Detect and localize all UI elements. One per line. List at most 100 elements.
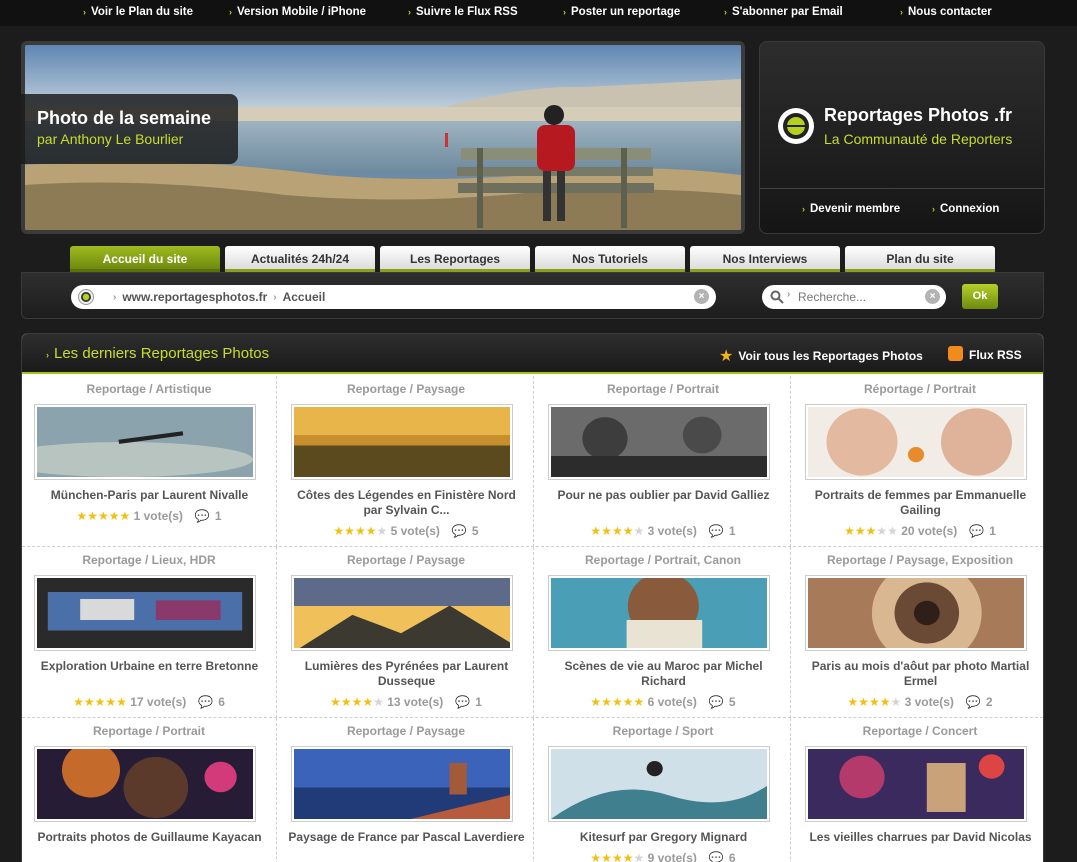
card-title[interactable]: Portraits photos de Guillaume Kayacan <box>30 830 269 845</box>
card-title[interactable]: Exploration Urbaine en terre Bretonne <box>30 659 269 674</box>
card-category[interactable]: Reportage / Paysage <box>279 724 533 738</box>
reportage-card[interactable]: Reportage / Portrait Pour ne pas oublier … <box>536 376 791 547</box>
breadcrumb-site[interactable]: www.reportagesphotos.fr <box>122 290 267 304</box>
card-category[interactable]: Reportage / Concert <box>793 724 1043 738</box>
card-thumbnail[interactable] <box>548 404 770 480</box>
card-thumbnail[interactable] <box>805 404 1027 480</box>
tab-interviews[interactable]: Nos Interviews <box>690 246 840 272</box>
reportage-card[interactable]: Reportage / Lieux, HDR Exploration Urbain… <box>22 547 277 718</box>
reportage-card[interactable]: Reportage / Sport Kitesurf par Gregory Mi… <box>536 718 791 862</box>
hero-author[interactable]: par Anthony Le Bourlier <box>37 131 238 147</box>
card-title[interactable]: Paris au mois d'aôut par photo Martial E… <box>801 659 1040 689</box>
search-input[interactable] <box>798 288 918 306</box>
comment-bubble-icon: 💬 <box>451 524 467 538</box>
card-category[interactable]: Reportage / Portrait, Canon <box>536 553 790 567</box>
reportage-card[interactable]: Reportage / Paysage, Exposition Paris au … <box>793 547 1043 718</box>
join-link[interactable]: › Devenir membre <box>802 203 900 215</box>
card-category[interactable]: Reportage / Artistique <box>22 382 276 396</box>
search-submit-button[interactable]: Ok <box>962 284 998 309</box>
card-thumbnail[interactable] <box>805 746 1027 822</box>
rss-link[interactable]: Flux RSS <box>948 346 1022 362</box>
reportage-card[interactable]: Reportage / Paysage Lumières des Pyrénées… <box>279 547 534 718</box>
section-title: › Les derniers Reportages Photos <box>46 345 270 362</box>
tab-tutoriels[interactable]: Nos Tutoriels <box>535 246 685 272</box>
hero-caption: Photo de la semaine par Anthony Le Bourl… <box>21 94 238 164</box>
search-icon <box>770 290 784 304</box>
comment-bubble-icon: 💬 <box>708 695 724 709</box>
tab-reportages[interactable]: Les Reportages <box>380 246 530 272</box>
comment-count: 1 <box>989 524 996 538</box>
brand-tagline: La Communauté de Reporters <box>824 131 1013 147</box>
tab-actualites[interactable]: Actualités 24h/24 <box>225 246 375 272</box>
card-meta: ★★★★★ 9 vote(s) 💬 6 <box>536 851 790 862</box>
card-title[interactable]: Côtes des Légendes en Finistère Nord par… <box>287 488 526 518</box>
chevron-right-icon: › <box>408 7 411 17</box>
close-icon[interactable]: × <box>925 289 940 304</box>
comment-count: 1 <box>214 509 222 523</box>
divider <box>760 188 1044 189</box>
comment-count: 5 <box>471 524 479 538</box>
view-all-link[interactable]: ★ Voir tous les Reportages Photos <box>719 346 923 366</box>
close-icon[interactable]: × <box>694 289 709 304</box>
card-thumbnail[interactable] <box>805 561 1027 665</box>
card-category[interactable]: Reportage / Lieux, HDR <box>22 553 276 567</box>
reportage-card[interactable]: Reportage / Paysage Paysage de France par… <box>279 718 534 862</box>
card-thumbnail[interactable] <box>548 746 770 822</box>
star-rating: ★★★★★ <box>590 695 645 709</box>
card-meta: ★★★★★ 13 vote(s) 💬 1 <box>279 695 533 709</box>
star-rating: ★★★★★ <box>76 509 131 523</box>
card-title[interactable]: Les vieilles charrues par David Nicolas <box>801 830 1040 845</box>
reportage-photo <box>294 749 510 819</box>
site-logo-icon[interactable] <box>776 106 816 146</box>
reportage-card[interactable]: Reportage / Portrait, Canon Scènes de vie… <box>536 547 791 718</box>
card-meta: ★★★★★ 20 vote(s) 💬 1 <box>793 524 1043 538</box>
reportage-card[interactable]: Reportage / Artistique München-Paris par … <box>22 376 277 547</box>
card-title[interactable]: München-Paris par Laurent Nivalle <box>30 488 269 503</box>
card-category[interactable]: Reportage / Portrait <box>536 382 790 396</box>
card-title[interactable]: Portraits de femmes par Emmanuelle Gaili… <box>801 488 1040 518</box>
topnav-mobile[interactable]: › Version Mobile / iPhone <box>229 6 366 18</box>
reportage-card[interactable]: Reportage / Paysage Côtes des Légendes en… <box>279 376 534 547</box>
card-category[interactable]: Reportage / Paysage <box>279 382 533 396</box>
topnav-contact[interactable]: › Nous contacter <box>900 6 992 18</box>
card-title[interactable]: Pour ne pas oublier par David Galliez <box>544 488 783 503</box>
topnav-rss[interactable]: › Suivre le Flux RSS <box>408 6 518 18</box>
tab-accueil[interactable]: Accueil du site <box>70 246 220 272</box>
reportage-photo <box>551 572 767 648</box>
star-rating: ★★★★★ <box>333 524 388 538</box>
card-thumbnail[interactable] <box>548 572 770 651</box>
topnav-post[interactable]: › Poster un reportage <box>563 6 680 18</box>
card-title[interactable]: Lumières des Pyrénées par Laurent Dusseq… <box>287 659 526 689</box>
card-thumbnail[interactable] <box>34 575 256 651</box>
chevron-right-icon: › <box>83 7 86 17</box>
card-category[interactable]: Reportage / Paysage <box>279 553 533 567</box>
card-title[interactable]: Paysage de France par Pascal Laverdiere <box>287 830 526 845</box>
card-title[interactable]: Kitesurf par Gregory Mignard <box>544 830 783 845</box>
star-rating: ★★★★★ <box>847 695 902 709</box>
star-rating: ★★★★★ <box>73 695 127 709</box>
hero-title: Photo de la semaine <box>37 108 212 128</box>
card-thumbnail[interactable] <box>291 404 513 480</box>
reportage-card[interactable]: Réportage / Portrait Portraits de femmes … <box>793 376 1043 547</box>
card-title[interactable]: Scènes de vie au Maroc par Michel Richar… <box>544 659 783 689</box>
login-link[interactable]: › Connexion <box>932 203 999 215</box>
card-category[interactable]: Reportage / Sport <box>536 724 790 738</box>
comment-count: 6 <box>728 851 736 862</box>
card-thumbnail[interactable] <box>34 742 256 822</box>
breadcrumb-search-bar: › www.reportagesphotos.fr › Accueil × › … <box>21 272 1044 319</box>
reportage-card[interactable]: Reportage / Concert Les vieilles charrues… <box>793 718 1043 862</box>
topnav-email[interactable]: › S'abonner par Email <box>724 6 843 18</box>
site-logo-icon <box>78 289 94 305</box>
card-thumbnail[interactable] <box>291 575 513 652</box>
card-category[interactable]: Reportage / Paysage, Exposition <box>793 553 1043 567</box>
reportage-card[interactable]: Reportage / Portrait Portraits photos de … <box>22 718 277 862</box>
card-category[interactable]: Reportage / Portrait <box>22 724 276 738</box>
vote-count: 3 vote(s) <box>647 524 697 538</box>
card-category[interactable]: Réportage / Portrait <box>793 382 1043 396</box>
tab-plan[interactable]: Plan du site <box>845 246 995 272</box>
comment-count: 6 <box>218 695 225 709</box>
card-thumbnail[interactable] <box>22 404 256 480</box>
brand-name[interactable]: Reportages Photos .fr <box>824 105 1012 126</box>
card-thumbnail[interactable] <box>291 746 513 822</box>
topnav-plan[interactable]: › Voir le Plan du site <box>83 6 193 18</box>
